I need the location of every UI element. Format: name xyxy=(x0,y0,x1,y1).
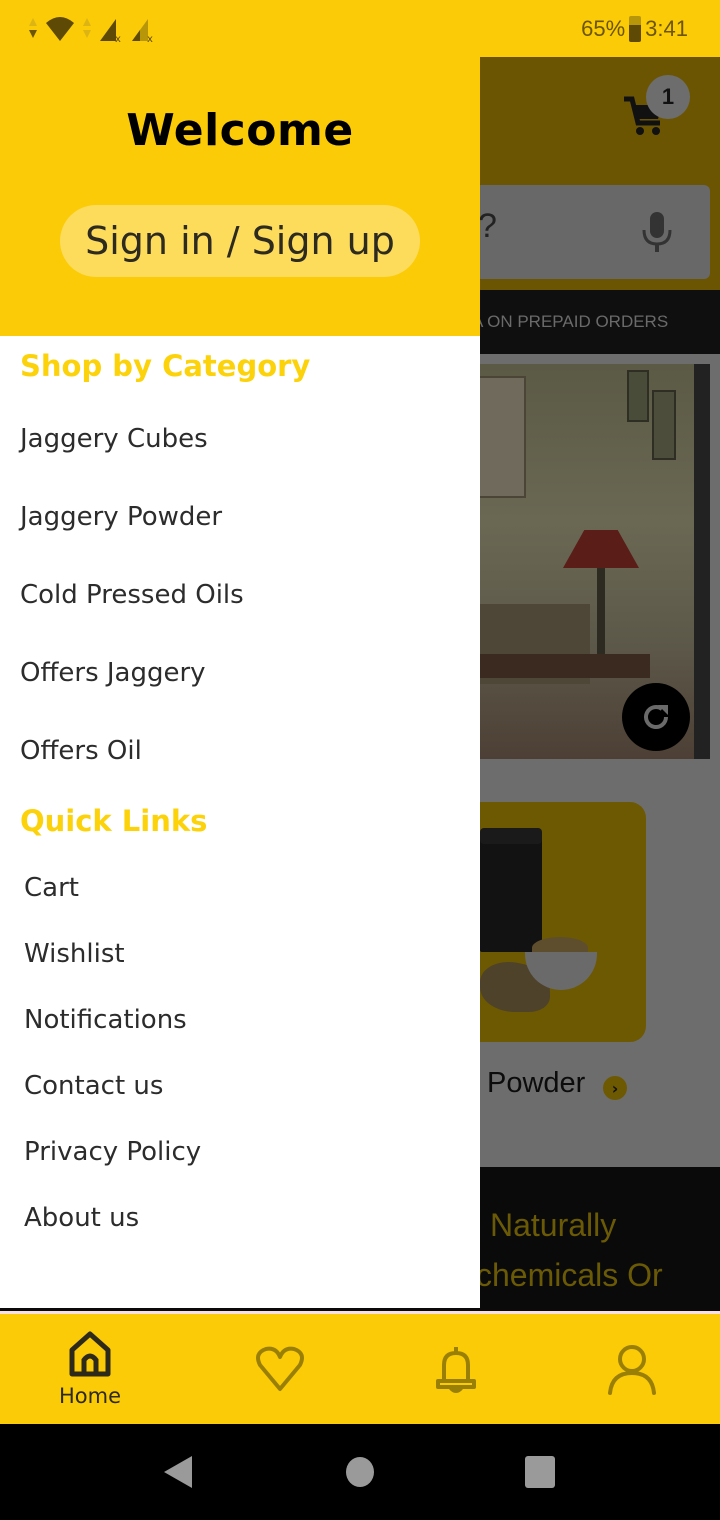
quick-link-notifications[interactable]: Notifications xyxy=(24,1005,187,1035)
quick-link-about-us[interactable]: About us xyxy=(24,1203,139,1233)
recents-icon[interactable] xyxy=(522,1454,558,1490)
refresh-button[interactable] xyxy=(622,683,690,751)
nav-notifications[interactable] xyxy=(366,1314,546,1424)
jar xyxy=(480,832,542,952)
welcome-title: Welcome xyxy=(126,105,354,156)
status-icons: x x xyxy=(28,14,156,44)
chevron-right-icon[interactable]: › xyxy=(603,1076,627,1100)
clock: 3:41 xyxy=(645,16,688,41)
battery-percent: 65% xyxy=(581,16,626,41)
navigation-drawer: Welcome Sign in / Sign up Shop by Catego… xyxy=(0,57,480,1308)
wifi-icon xyxy=(46,17,74,41)
promo-text: A ON PREPAID ORDERS xyxy=(472,312,669,331)
user-icon xyxy=(608,1345,656,1395)
quick-links-title: Quick Links xyxy=(20,804,208,838)
back-icon[interactable] xyxy=(160,1454,196,1490)
status-right: 65% 3:41 xyxy=(581,16,688,42)
banner-frame xyxy=(652,390,676,460)
drawer-header: Welcome Sign in / Sign up xyxy=(0,57,480,336)
banner-painting xyxy=(478,376,526,498)
mic-icon[interactable] xyxy=(640,210,674,254)
cart-badge: 1 xyxy=(646,75,690,119)
heart-icon xyxy=(256,1346,304,1391)
product-label[interactable]: Powder xyxy=(487,1067,585,1100)
quick-link-privacy-policy[interactable]: Privacy Policy xyxy=(24,1137,201,1167)
svg-text:x: x xyxy=(147,34,153,43)
category-item-offers-oil[interactable]: Offers Oil xyxy=(20,736,142,766)
marketing-line: chemicals Or xyxy=(476,1257,663,1293)
category-item-offers-jaggery[interactable]: Offers Jaggery xyxy=(20,658,206,688)
category-item-jaggery-powder[interactable]: Jaggery Powder xyxy=(20,502,222,532)
battery-icon xyxy=(629,16,642,42)
jar-lid xyxy=(480,828,542,844)
nav-profile[interactable] xyxy=(542,1314,720,1424)
quick-link-cart[interactable]: Cart xyxy=(24,873,79,903)
banner-table xyxy=(460,654,650,678)
nav-home-label: Home xyxy=(58,1384,121,1408)
home-circle-icon[interactable] xyxy=(342,1454,378,1490)
system-nav-bar xyxy=(0,1424,720,1520)
search-placeholder: ? xyxy=(478,207,497,245)
shop-by-category-title: Shop by Category xyxy=(20,349,311,383)
banner-lamp-shade xyxy=(563,530,639,568)
data-arrows-icon xyxy=(83,18,91,38)
home-icon xyxy=(69,1331,111,1377)
bottom-nav: Home xyxy=(0,1311,720,1424)
sign-in-button[interactable]: Sign in / Sign up xyxy=(60,205,420,277)
status-bar: x x 65% 3:41 xyxy=(0,0,720,57)
banner-lamp-pole xyxy=(597,568,605,658)
banner-edge xyxy=(694,364,710,759)
signal-icon-sim2: x xyxy=(132,19,153,43)
nav-wishlist[interactable] xyxy=(190,1314,370,1424)
banner-frame xyxy=(627,370,649,422)
data-arrows-icon xyxy=(29,18,37,38)
svg-text:x: x xyxy=(115,34,121,43)
quick-link-contact-us[interactable]: Contact us xyxy=(24,1071,163,1101)
bell-icon xyxy=(436,1347,476,1393)
signal-icon-sim1: x xyxy=(100,19,121,43)
nav-home[interactable]: Home xyxy=(0,1314,180,1424)
category-item-cold-pressed-oils[interactable]: Cold Pressed Oils xyxy=(20,580,244,610)
quick-link-wishlist[interactable]: Wishlist xyxy=(24,939,125,969)
category-item-jaggery-cubes[interactable]: Jaggery Cubes xyxy=(20,424,208,454)
refresh-icon xyxy=(644,705,668,729)
marketing-line: Naturally xyxy=(490,1207,617,1243)
